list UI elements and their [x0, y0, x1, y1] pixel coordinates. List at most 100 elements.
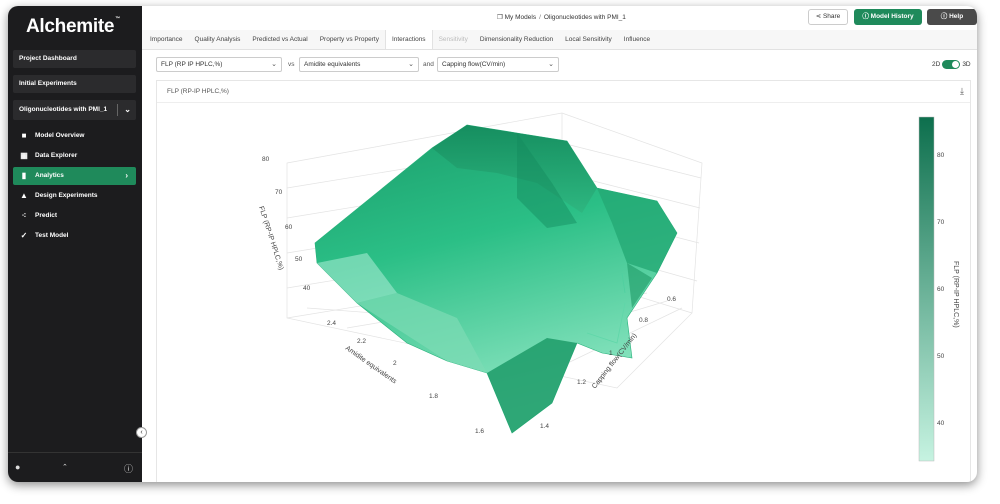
bar-chart-icon: ▮ — [21, 171, 27, 180]
breadcrumb: ❐ My Models / Oligonucleotides with PMI_1 — [497, 14, 626, 21]
help-label: Help — [949, 13, 964, 20]
sidebar-item-label: Predict — [35, 212, 58, 219]
colorbar-tick: 60 — [937, 286, 945, 293]
collapse-sidebar-button[interactable]: ‹ — [136, 427, 147, 438]
colorbar-label: FLP (RP-IP HPLC,%) — [952, 261, 959, 328]
x-parameter-value: Amidite equivalents — [304, 61, 361, 68]
app-logo[interactable]: Alchemite™ — [26, 16, 120, 38]
app-window: Alchemite™ Project Dashboard Initial Exp… — [8, 6, 977, 482]
copy-icon: ❐ — [497, 14, 503, 21]
divider — [117, 104, 118, 116]
chevron-down-icon: ⌄ — [271, 61, 277, 68]
x-tick: 1.6 — [475, 428, 484, 435]
y-parameter-select[interactable]: Capping flow(CV/min) ⌄ — [437, 57, 559, 72]
chevron-up-icon[interactable]: ⌃ — [62, 463, 68, 471]
tab-local-sensitivity[interactable]: Local Sensitivity — [559, 30, 618, 49]
sidebar-item-predict[interactable]: ⁖ Predict — [13, 207, 136, 225]
colorbar-gradient — [918, 116, 935, 462]
sidebar-item-label: Model Overview — [35, 132, 85, 139]
sidebar-item-label: Test Model — [35, 232, 69, 239]
z-tick: 70 — [275, 189, 283, 196]
model-history-button[interactable]: ⓘ Model History — [854, 9, 922, 25]
tab-sensitivity: Sensitivity — [438, 36, 468, 43]
model-history-label: Model History — [870, 13, 914, 20]
share-icon: ⋖ — [815, 13, 822, 20]
x-tick: 2 — [393, 360, 397, 367]
y-tick: 1.2 — [577, 379, 586, 386]
analytics-tabs: Importance Quality Analysis Predicted vs… — [142, 30, 977, 50]
toggle-switch[interactable] — [942, 60, 961, 69]
tab-importance[interactable]: Importance — [144, 30, 189, 49]
tab-property-vs-property[interactable]: Property vs Property — [314, 30, 385, 49]
main-content: ❐ My Models / Oligonucleotides with PMI_1 … — [142, 6, 977, 482]
vs-label: vs — [288, 61, 295, 68]
top-bar: ❐ My Models / Oligonucleotides with PMI_1 … — [142, 6, 977, 30]
z-tick: 80 — [262, 156, 270, 163]
toggle-2d-label: 2D — [932, 61, 941, 69]
x-axis-label: Amidite equivalents — [344, 345, 398, 386]
sidebar-item-data-explorer[interactable]: ▦ Data Explorer — [13, 147, 136, 165]
sidebar-item-label: Data Explorer — [35, 152, 78, 159]
z-tick: 40 — [303, 285, 311, 292]
sidebar-item-model-overview[interactable]: ■ Model Overview — [13, 127, 136, 145]
help-button[interactable]: ⓘ Help — [927, 9, 977, 25]
breadcrumb-current: Oligonucleotides with PMI_1 — [543, 14, 626, 21]
tab-predicted-vs-actual[interactable]: Predicted vs Actual — [246, 30, 313, 49]
share-label: Share — [822, 13, 841, 20]
chevron-down-icon: ⌄ — [408, 61, 414, 68]
chevron-down-icon: ⌄ — [124, 105, 131, 114]
flask-icon: ▲ — [20, 191, 28, 200]
info-icon: ⓘ — [862, 13, 869, 20]
surface-plot-svg[interactable]: 80 70 60 50 40 FLP (RP-IP HPLC,%) 2.4 2.… — [157, 103, 970, 482]
colorbar-tick: 80 — [937, 152, 945, 159]
chart-panel-header: FLP (RP-IP HPLC,%) ⤓ — [157, 81, 970, 103]
colorbar: 80 70 60 50 40 FLP (RP-IP HPLC,%) — [918, 116, 959, 462]
x-parameter-select[interactable]: Amidite equivalents ⌄ — [299, 57, 419, 72]
tab-interactions[interactable]: Interactions — [384, 30, 433, 49]
check-icon: ✓ — [20, 231, 28, 240]
y-tick: 0.6 — [667, 296, 676, 303]
colorbar-tick: 70 — [937, 219, 945, 226]
toggle-3d-label: 3D — [962, 61, 971, 69]
breadcrumb-my-models[interactable]: My Models — [505, 14, 536, 21]
chart-title: FLP (RP-IP HPLC,%) — [167, 88, 229, 95]
y-tick: 1 — [609, 350, 613, 357]
z-axis: 80 70 60 50 40 FLP (RP-IP HPLC,%) — [257, 156, 311, 292]
property-select-value: FLP (RP IP HPLC,%) — [161, 61, 223, 68]
y-parameter-value: Capping flow(CV/min) — [442, 61, 506, 68]
tab-influence[interactable]: Influence — [618, 30, 656, 49]
sidebar-item-test-model[interactable]: ✓ Test Model — [13, 227, 136, 245]
interaction-controls: FLP (RP IP HPLC,%) ⌄ vs Amidite equivalen… — [142, 50, 977, 78]
x-tick: 2.4 — [327, 320, 336, 327]
z-tick: 60 — [285, 224, 293, 231]
y-tick: 1.4 — [540, 423, 549, 430]
colorbar-tick: 50 — [937, 353, 945, 360]
sidebar: Alchemite™ Project Dashboard Initial Exp… — [8, 6, 142, 482]
x-tick: 2.2 — [357, 338, 366, 345]
info-icon[interactable]: ⓘ — [124, 462, 133, 475]
sidebar-item-label: Design Experiments — [35, 192, 98, 199]
sidebar-item-label: Analytics — [35, 172, 64, 179]
model-select-value: Oligonucleotides with PMI_1 — [19, 106, 108, 113]
x-tick: 1.8 — [429, 393, 438, 400]
z-axis-label: FLP (RP-IP HPLC,%) — [257, 205, 284, 271]
scatter-icon: ⁖ — [21, 211, 27, 220]
sidebar-item-design-experiments[interactable]: ▲ Design Experiments — [13, 187, 136, 205]
and-label: and — [423, 61, 434, 68]
colorbar-tick: 40 — [937, 420, 945, 427]
tab-dimensionality-reduction[interactable]: Dimensionality Reduction — [474, 30, 559, 49]
download-icon[interactable]: ⤓ — [960, 86, 964, 97]
info-icon: ⓘ — [940, 13, 948, 20]
tab-quality-analysis[interactable]: Quality Analysis — [189, 30, 247, 49]
surface-plot[interactable]: 80 70 60 50 40 FLP (RP-IP HPLC,%) 2.4 2.… — [157, 103, 970, 482]
project-dashboard-button[interactable]: Project Dashboard — [13, 50, 136, 68]
property-select[interactable]: FLP (RP IP HPLC,%) ⌄ — [156, 57, 282, 72]
dimension-toggle[interactable]: 2D 3D — [932, 60, 971, 69]
user-icon[interactable]: ● — [15, 462, 20, 472]
share-button[interactable]: ⋖ Share — [808, 9, 848, 25]
chevron-down-icon: ⌄ — [548, 61, 554, 68]
model-select[interactable]: Oligonucleotides with PMI_1 ⌄ — [13, 100, 136, 120]
chevron-right-icon: › — [125, 171, 128, 180]
initial-experiments-button[interactable]: Initial Experiments — [13, 75, 136, 93]
sidebar-item-analytics[interactable]: ▮ Analytics › — [13, 167, 136, 185]
